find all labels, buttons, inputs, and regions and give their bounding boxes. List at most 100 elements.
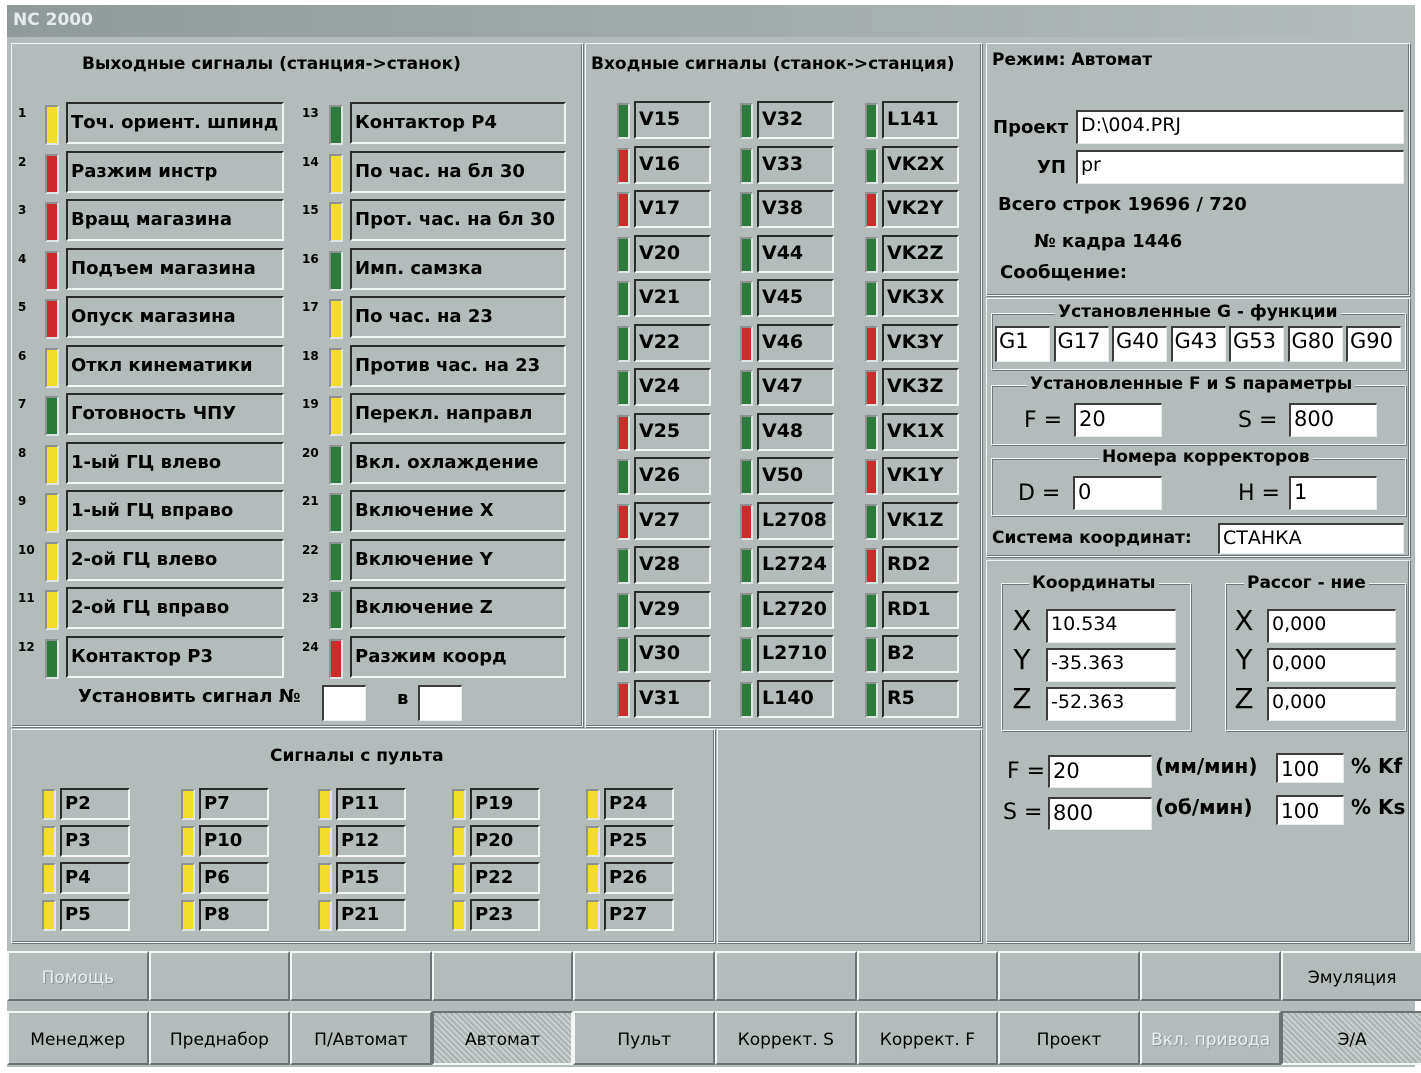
s-field[interactable]: 800 [1289,403,1377,437]
signal-label: V45 [757,279,834,317]
signal-indicator [865,370,878,406]
output-signal-2[interactable]: 2 Разжим инстр [18,150,288,194]
signal-label: P25 [604,825,674,857]
fkey-bottom-7[interactable]: Коррект. F [856,1011,999,1065]
signal-indicator [452,863,466,894]
signal-label: V28 [634,546,711,584]
program-field[interactable]: pr [1076,150,1404,184]
input-signal-vk2x: VK2X [865,145,965,184]
fkey-bottom-3[interactable]: П/Автомат [290,1011,432,1065]
console-signal-p7: P7 [181,788,271,820]
output-signal-4[interactable]: 4 Подъем магазина [18,247,288,291]
fkey-bottom-1[interactable]: Менеджер [7,1011,149,1065]
output-signal-3[interactable]: 3 Вращ магазина [18,199,288,242]
signal-indicator [617,459,630,495]
output-signal-7[interactable]: 7 Готовность ЧПУ [18,393,288,436]
output-signal-16[interactable]: 16 Имп. самзка [302,247,572,291]
fkey-top-1[interactable]: Помощь [7,951,149,1001]
signal-indicator [45,105,59,145]
signal-label: P5 [60,899,130,931]
coordinates-title: Координаты [1029,573,1159,593]
fkey-top-5[interactable] [573,951,715,1001]
fkey-bottom-2[interactable]: Преднабор [148,1011,291,1065]
output-signal-15[interactable]: 15 Прот. час. на бл 30 [302,199,572,242]
mode-label: Режим: Автомат [992,50,1153,70]
f-field[interactable]: 20 [1074,403,1162,437]
signal-number: 4 [18,251,27,266]
output-signal-5[interactable]: 5 Опуск магазина [18,296,288,339]
input-signal-v21: V21 [617,279,717,317]
input-signal-vk1y: VK1Y [865,457,965,495]
signal-label: Включение X [350,490,566,532]
signal-indicator [452,826,466,857]
fkey-bottom-8[interactable]: Проект [998,1011,1140,1065]
output-signal-9[interactable]: 9 1-ый ГЦ вправо [18,490,288,533]
output-signal-20[interactable]: 20 Вкл. охлаждение [302,441,572,485]
fkey-top-10[interactable]: Эмуляция [1281,951,1421,1001]
signal-number: 19 [302,397,319,411]
fkey-top-7[interactable] [856,951,999,1001]
ks-field[interactable]: 100 [1276,795,1344,825]
output-signal-22[interactable]: 22 Включение Y [302,538,572,582]
signal-label: V32 [757,101,834,139]
feed-f-unit: (мм/мин) [1155,754,1258,778]
output-signal-12[interactable]: 12 Контактор Р3 [18,635,288,679]
output-signal-1[interactable]: 1 Точ. ориент. шпинд [18,102,288,145]
signal-indicator [740,370,753,406]
signal-indicator [45,153,59,194]
signal-label: 2-ой ГЦ вправо [66,587,284,629]
signal-indicator [740,192,753,228]
input-signal-rd1: RD1 [865,590,965,629]
signal-label: Опуск магазина [66,296,284,338]
output-signal-18[interactable]: 18 Против час. на 23 [302,344,572,388]
frame-number: № кадра 1446 [1034,231,1183,252]
fkey-bottom-5[interactable]: Пульт [573,1011,715,1065]
fkey-top-9[interactable] [1139,951,1282,1001]
output-signal-14[interactable]: 14 По час. на бл 30 [302,150,572,194]
feed-f-field[interactable]: 20 [1048,755,1152,788]
signal-indicator [181,900,195,931]
fkey-top-8[interactable] [998,951,1140,1001]
fkey-bottom-6[interactable]: Коррект. S [715,1011,857,1065]
fkey-bottom-4[interactable]: Автомат [431,1011,574,1065]
output-signal-6[interactable]: 6 Откл кинематики [18,344,288,388]
output-signal-11[interactable]: 11 2-ой ГЦ вправо [18,587,288,630]
output-signal-10[interactable]: 10 2-ой ГЦ влево [18,538,288,582]
output-signal-13[interactable]: 13 Контактор Р4 [302,102,572,145]
output-signal-21[interactable]: 21 Включение X [302,490,572,533]
mismatch-z-field: 0,000 [1267,687,1396,721]
fkey-top-3[interactable] [290,951,432,1001]
fkey-top-2[interactable] [148,951,291,1001]
signal-label: Против час. на 23 [350,344,566,387]
set-signal-value-input[interactable] [418,685,462,721]
signal-indicator [329,638,343,679]
input-signal-v45: V45 [740,279,840,317]
signal-indicator [42,826,56,857]
signal-label: V47 [757,368,834,406]
project-field[interactable]: D:\004.PRJ [1076,110,1404,144]
kf-field[interactable]: 100 [1276,753,1344,783]
feed-s-field[interactable]: 800 [1048,797,1152,830]
fkey-top-4[interactable] [431,951,574,1001]
signal-label: V26 [634,457,711,495]
output-signal-8[interactable]: 8 1-ый ГЦ влево [18,441,288,485]
fkey-bottom-10[interactable]: Э/А [1281,1011,1421,1065]
signal-label: V48 [757,412,834,451]
coord-system-field[interactable]: СТАНКА [1218,523,1404,554]
signal-indicator [329,493,343,533]
console-signal-p20: P20 [452,825,542,857]
signal-label: Разжим инстр [66,150,284,193]
output-signal-17[interactable]: 17 По час. на 23 [302,296,572,339]
fkey-bottom-9[interactable]: Вкл. привода [1139,1011,1282,1065]
console-signal-p12: P12 [318,825,408,857]
signal-number: 21 [302,494,319,508]
fkey-top-6[interactable] [715,951,857,1001]
g-function-g80: G80 [1287,326,1343,362]
output-signal-24[interactable]: 24 Разжим коорд [302,635,572,679]
set-signal-number-input[interactable] [322,685,366,721]
input-signal-v27: V27 [617,501,717,540]
output-signal-19[interactable]: 19 Перекл. направл [302,393,572,436]
output-signal-23[interactable]: 23 Включение Z [302,587,572,630]
d-field[interactable]: 0 [1073,476,1162,510]
h-field[interactable]: 1 [1289,476,1377,510]
